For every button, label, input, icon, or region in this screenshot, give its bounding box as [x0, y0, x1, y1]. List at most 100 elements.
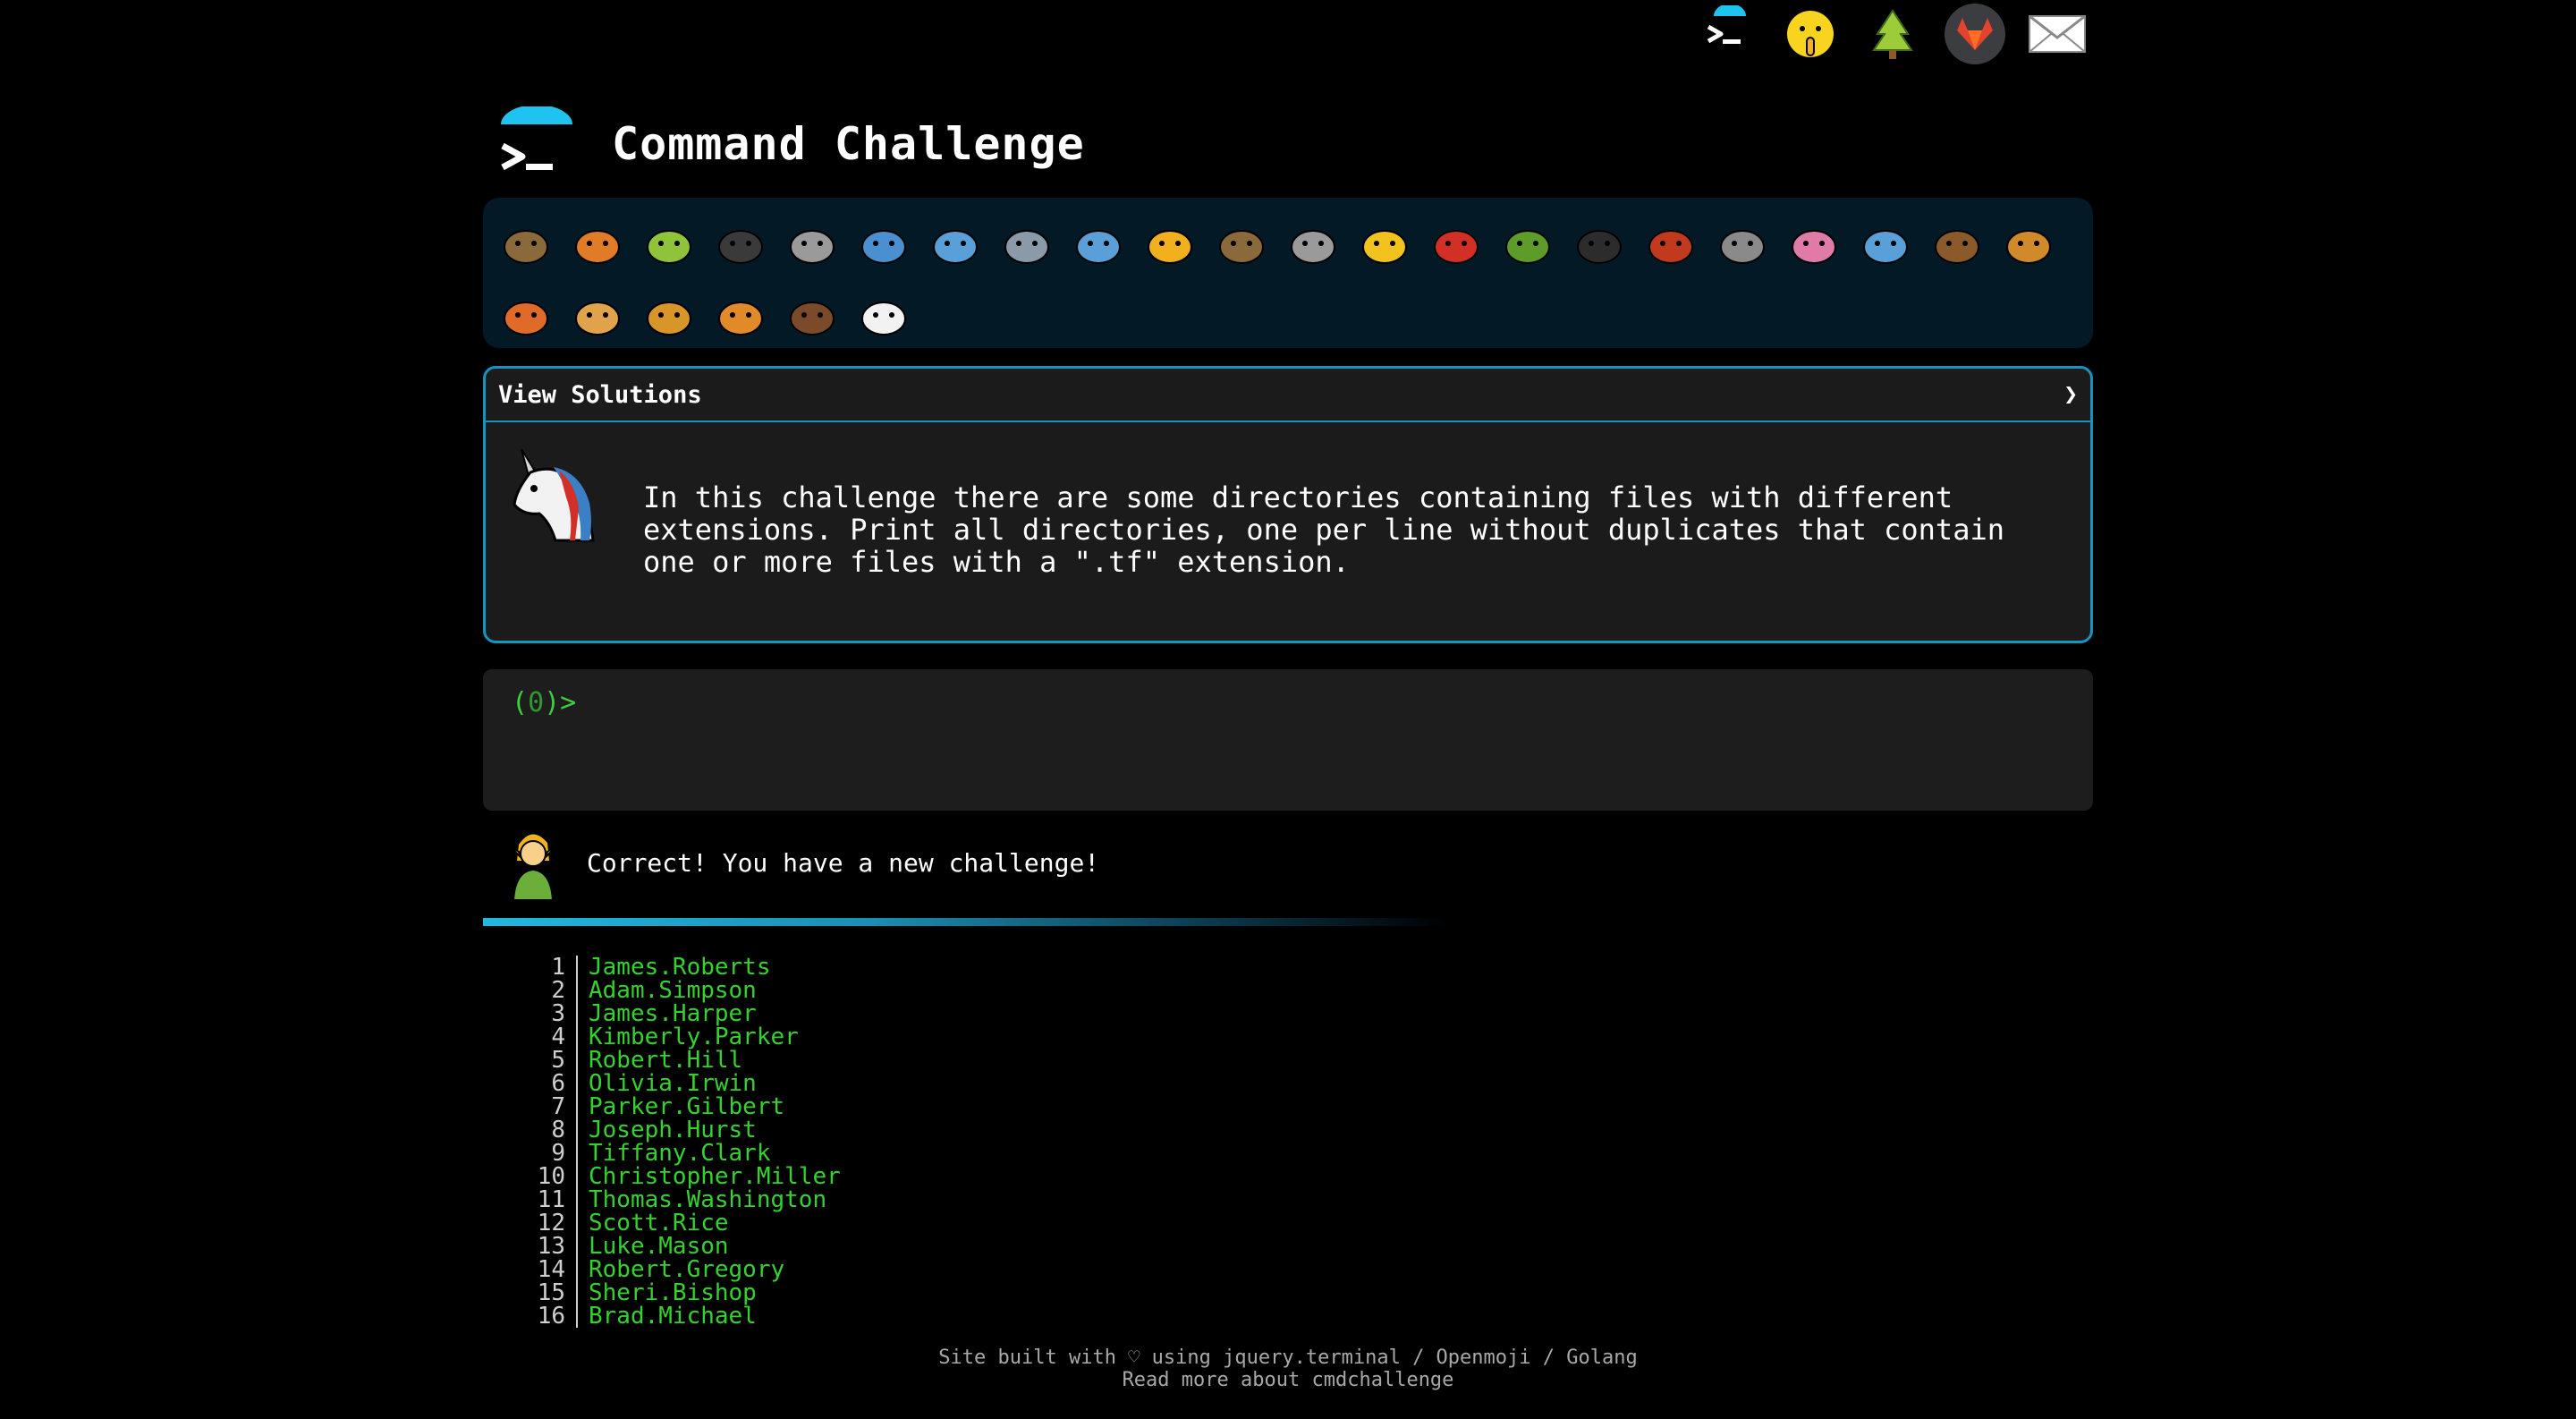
output-row: 15 Sheri.Bishop: [519, 1281, 841, 1304]
terminal[interactable]: (0)>: [483, 669, 2093, 811]
output-row: 5 Robert.Hill: [519, 1049, 841, 1072]
challenge-description: In this challenge there are some directo…: [643, 480, 2004, 579]
output-row: 12 Scott.Rice: [519, 1211, 841, 1235]
directory-name: Luke.Mason: [589, 1233, 729, 1260]
output-row: 2 Adam.Simpson: [519, 979, 841, 1002]
line-number: 14: [519, 1258, 578, 1281]
output-row: 1 James.Roberts: [519, 956, 841, 979]
fly-icon[interactable]: [1707, 207, 1778, 278]
line-number: 10: [519, 1165, 578, 1188]
footer: Site built with ♡ using jquery.terminal …: [0, 1347, 2576, 1391]
page-title: Command Challenge: [612, 117, 1085, 170]
output-row: 10 Christopher.Miller: [519, 1165, 841, 1188]
directory-name: Adam.Simpson: [589, 977, 757, 1004]
tiger-icon[interactable]: [705, 278, 776, 350]
output-row: 6 Olivia.Irwin: [519, 1072, 841, 1095]
butterfly-icon[interactable]: [562, 207, 633, 278]
output-row: 11 Thomas.Washington: [519, 1188, 841, 1211]
directory-name: James.Roberts: [589, 954, 771, 981]
shushing-face-icon[interactable]: [1780, 4, 1841, 64]
output-row: 14 Robert.Gregory: [519, 1258, 841, 1281]
shark-icon[interactable]: [991, 207, 1063, 278]
line-number: 4: [519, 1025, 578, 1049]
chevron-right-icon: ❯: [2063, 381, 2078, 408]
bee-icon[interactable]: [1349, 207, 1420, 278]
wolf-icon[interactable]: [1277, 207, 1349, 278]
view-solutions-toggle[interactable]: View Solutions ❯: [486, 369, 2090, 422]
scorpion-icon[interactable]: [1635, 207, 1707, 278]
spider-icon[interactable]: [1563, 207, 1635, 278]
whale-icon[interactable]: [848, 207, 919, 278]
footer-credits[interactable]: Site built with ♡ using jquery.terminal …: [0, 1347, 2576, 1369]
terminal-prompt: (0)>: [512, 687, 577, 718]
output-row: 3 James.Harper: [519, 1002, 841, 1025]
worm-icon[interactable]: [1778, 207, 1850, 278]
unicorn-icon[interactable]: [848, 278, 919, 350]
cricket-icon[interactable]: [1492, 207, 1563, 278]
line-number: 11: [519, 1188, 578, 1211]
directory-name: Tiffany.Clark: [589, 1140, 771, 1167]
pufferfish-icon[interactable]: [1206, 207, 1277, 278]
elf-icon: [507, 834, 559, 900]
footer-about-link[interactable]: Read more about cmdchallenge: [0, 1369, 2576, 1391]
microbe-icon[interactable]: [1850, 207, 1921, 278]
fox-icon[interactable]: [490, 278, 562, 350]
line-number: 12: [519, 1211, 578, 1235]
directory-name: Brad.Michael: [589, 1303, 757, 1330]
line-number: 13: [519, 1235, 578, 1258]
output-row: 8 Joseph.Hurst: [519, 1118, 841, 1142]
line-number: 16: [519, 1304, 578, 1328]
directory-name: Joseph.Hurst: [589, 1117, 757, 1143]
dog-icon[interactable]: [1993, 207, 2064, 278]
ladybug-icon[interactable]: [1420, 207, 1492, 278]
command-output: 1 James.Roberts 2 Adam.Simpson 3 James.Harper…: [519, 956, 841, 1328]
line-number: 8: [519, 1118, 578, 1142]
top-nav: [1698, 4, 2088, 64]
dolphin-icon[interactable]: [919, 207, 991, 278]
snail-icon[interactable]: [490, 207, 562, 278]
directory-name: Christopher.Miller: [589, 1163, 841, 1190]
terminal-icon[interactable]: [1698, 4, 1758, 64]
output-row: 7 Parker.Gilbert: [519, 1095, 841, 1118]
directory-name: Thomas.Washington: [589, 1186, 827, 1213]
spider-web-icon[interactable]: [776, 207, 848, 278]
unicorn-icon: [504, 440, 611, 548]
line-number: 6: [519, 1072, 578, 1095]
envelope-icon[interactable]: [2027, 4, 2088, 64]
horse-icon[interactable]: [776, 278, 848, 350]
cmdchallenge-logo-icon[interactable]: [497, 104, 574, 182]
output-row: 4 Kimberly.Parker: [519, 1025, 841, 1049]
directory-name: Olivia.Irwin: [589, 1070, 757, 1097]
gitlab-icon[interactable]: [1945, 4, 2005, 64]
view-solutions-label: View Solutions: [498, 380, 702, 409]
challenge-selector: [483, 198, 2093, 348]
line-number: 7: [519, 1095, 578, 1118]
line-number: 15: [519, 1281, 578, 1304]
directory-name: Scott.Rice: [589, 1210, 729, 1236]
directory-name: Parker.Gilbert: [589, 1093, 785, 1120]
monkey-icon[interactable]: [1921, 207, 1993, 278]
directory-name: Robert.Hill: [589, 1047, 743, 1074]
output-row: 9 Tiffany.Clark: [519, 1142, 841, 1165]
challenge-panel: View Solutions ❯ In this challenge there…: [483, 366, 2093, 643]
output-row: 13 Luke.Mason: [519, 1235, 841, 1258]
tropical-fish-icon[interactable]: [1134, 207, 1206, 278]
line-number: 5: [519, 1049, 578, 1072]
line-number: 2: [519, 979, 578, 1002]
message-text: Correct! You have a new challenge!: [587, 847, 1100, 878]
prompt-count: 0: [528, 687, 545, 718]
caterpillar-icon[interactable]: [633, 207, 705, 278]
status-message: Correct! You have a new challenge!: [501, 825, 1099, 900]
ant-icon[interactable]: [705, 207, 776, 278]
tree-icon[interactable]: [1862, 4, 1923, 64]
output-row: 16 Brad.Michael: [519, 1304, 841, 1328]
fish-icon[interactable]: [1063, 207, 1134, 278]
cat-icon[interactable]: [562, 278, 633, 350]
lion-icon[interactable]: [633, 278, 705, 350]
progress-bar: [483, 918, 1449, 926]
directory-name: Kimberly.Parker: [589, 1024, 799, 1050]
directory-name: Sheri.Bishop: [589, 1279, 757, 1306]
line-number: 1: [519, 956, 578, 979]
site-header: Command Challenge: [497, 88, 1085, 200]
directory-name: Robert.Gregory: [589, 1256, 785, 1283]
